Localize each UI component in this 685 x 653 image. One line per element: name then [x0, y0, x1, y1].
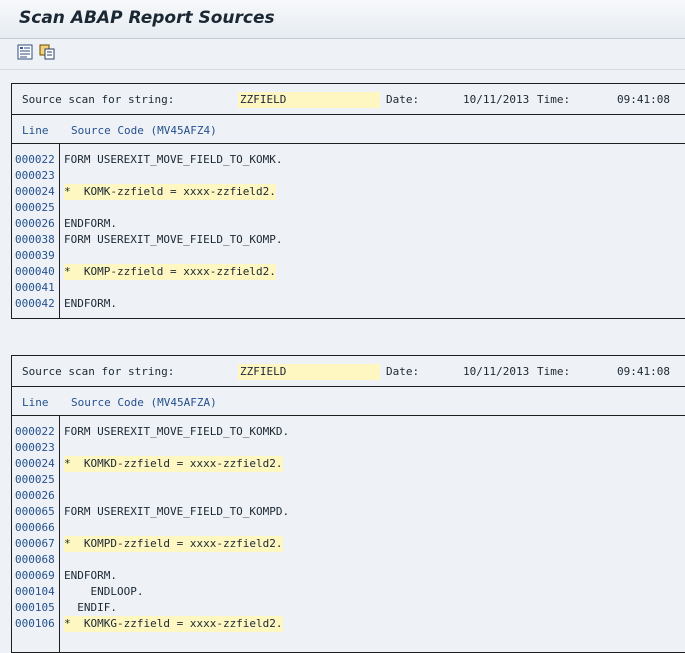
code-line[interactable]: 000105 ENDIF. [12, 600, 685, 616]
list-detail-icon[interactable] [17, 44, 33, 60]
line-number[interactable]: 000023 [15, 440, 55, 456]
line-number[interactable]: 000065 [15, 504, 55, 520]
source-text: * KOMKG-zzfield = xxxx-zzfield2. [64, 616, 283, 632]
date-label: Date: [386, 365, 420, 378]
scan-string: ZZFIELD [238, 92, 380, 108]
line-number[interactable]: 000040 [15, 264, 55, 280]
line-number[interactable]: 000038 [15, 232, 55, 248]
date-label: Date: [386, 93, 420, 106]
title-bar: Scan ABAP Report Sources [0, 0, 685, 39]
code-line[interactable]: 000023 [12, 440, 685, 456]
code-line[interactable]: 000104 ENDLOOP. [12, 584, 685, 600]
column-header: Line Source Code (MV45AFZ4) [12, 115, 685, 144]
line-number[interactable]: 000024 [15, 184, 55, 200]
code-lines: 000022 FORM USEREXIT_MOVE_FIELD_TO_KOMK. 0… [12, 144, 685, 318]
code-line[interactable]: 000022 FORM USEREXIT_MOVE_FIELD_TO_KOMKD. [12, 424, 685, 440]
code-line[interactable]: 000065 FORM USEREXIT_MOVE_FIELD_TO_KOMPD. [12, 504, 685, 520]
source-text: * KOMK-zzfield = xxxx-zzfield2. [64, 184, 276, 200]
line-number[interactable]: 000067 [15, 536, 55, 552]
scan-header: Source scan for string: ZZFIELD Date: 10… [12, 84, 685, 115]
source-text: ENDFORM. [64, 217, 117, 230]
code-line[interactable]: 000069 ENDFORM. [12, 568, 685, 584]
code-line[interactable]: 000026 ENDFORM. [12, 216, 685, 232]
source-text: FORM USEREXIT_MOVE_FIELD_TO_KOMKD. [64, 425, 290, 438]
scan-result-block: Source scan for string: ZZFIELD Date: 10… [11, 355, 685, 653]
scan-result-block: Source scan for string: ZZFIELD Date: 10… [11, 83, 685, 319]
window-title: Scan ABAP Report Sources [19, 8, 275, 28]
code-line[interactable]: 000025 [12, 472, 685, 488]
code-line[interactable]: 000024 * KOMKD-zzfield = xxxx-zzfield2. [12, 456, 685, 472]
code-line[interactable]: 000041 [12, 280, 685, 296]
code-line[interactable]: 000106 * KOMKG-zzfield = xxxx-zzfield2. [12, 616, 685, 632]
source-text: ENDLOOP. [64, 585, 144, 598]
line-number[interactable]: 000069 [15, 568, 55, 584]
code-line[interactable]: 000025 [12, 200, 685, 216]
line-number[interactable]: 000042 [15, 296, 55, 312]
source-text: FORM USEREXIT_MOVE_FIELD_TO_KOMPD. [64, 505, 290, 518]
time-value: 09:41:08 [617, 93, 670, 106]
code-line[interactable]: 000067 * KOMPD-zzfield = xxxx-zzfield2. [12, 536, 685, 552]
code-line[interactable]: 000023 [12, 168, 685, 184]
source-text: ENDIF. [64, 601, 117, 614]
source-text: * KOMKD-zzfield = xxxx-zzfield2. [64, 456, 283, 472]
line-number[interactable]: 000025 [15, 200, 55, 216]
column-line: Line [22, 124, 49, 137]
line-number[interactable]: 000022 [15, 424, 55, 440]
source-text: ENDFORM. [64, 569, 117, 582]
scan-label: Source scan for string: [22, 365, 175, 378]
code-line[interactable]: 000026 [12, 488, 685, 504]
time-label: Time: [537, 93, 571, 106]
time-value: 09:41:08 [617, 365, 670, 378]
code-line[interactable]: 000024 * KOMK-zzfield = xxxx-zzfield2. [12, 184, 685, 200]
column-header: Line Source Code (MV45AFZA) [12, 387, 685, 416]
line-number[interactable]: 000105 [15, 600, 55, 616]
line-number[interactable]: 000106 [15, 616, 55, 632]
column-source: Source Code (MV45AFZA) [71, 396, 217, 409]
source-text: * KOMPD-zzfield = xxxx-zzfield2. [64, 536, 283, 552]
line-number[interactable]: 000023 [15, 168, 55, 184]
code-line[interactable]: 000022 FORM USEREXIT_MOVE_FIELD_TO_KOMK. [12, 152, 685, 168]
column-line: Line [22, 396, 49, 409]
date-value: 10/11/2013 [463, 93, 530, 106]
source-text: * KOMP-zzfield = xxxx-zzfield2. [64, 264, 276, 280]
report-output[interactable]: Source scan for string: ZZFIELD Date: 10… [0, 70, 685, 653]
scan-label: Source scan for string: [22, 93, 175, 106]
toolbar [0, 39, 685, 70]
code-line[interactable]: 000042 ENDFORM. [12, 296, 685, 312]
line-number[interactable]: 000026 [15, 216, 55, 232]
copy-icon[interactable] [39, 44, 55, 60]
code-line[interactable]: 000066 [12, 520, 685, 536]
line-number[interactable]: 000041 [15, 280, 55, 296]
code-line[interactable]: 000040 * KOMP-zzfield = xxxx-zzfield2. [12, 264, 685, 280]
time-label: Time: [537, 365, 571, 378]
line-number[interactable]: 000068 [15, 552, 55, 568]
scan-header: Source scan for string: ZZFIELD Date: 10… [12, 356, 685, 387]
line-number[interactable]: 000104 [15, 584, 55, 600]
date-value: 10/11/2013 [463, 365, 530, 378]
source-text: FORM USEREXIT_MOVE_FIELD_TO_KOMP. [64, 233, 283, 246]
line-number[interactable]: 000025 [15, 472, 55, 488]
column-source: Source Code (MV45AFZ4) [71, 124, 217, 137]
line-number[interactable]: 000066 [15, 520, 55, 536]
code-line[interactable]: 000068 [12, 552, 685, 568]
line-number[interactable]: 000039 [15, 248, 55, 264]
line-number[interactable]: 000026 [15, 488, 55, 504]
scan-string: ZZFIELD [238, 364, 380, 380]
code-line[interactable]: 000039 [12, 248, 685, 264]
line-number[interactable]: 000022 [15, 152, 55, 168]
source-text: FORM USEREXIT_MOVE_FIELD_TO_KOMK. [64, 153, 283, 166]
source-text: ENDFORM. [64, 297, 117, 310]
code-lines: 000022 FORM USEREXIT_MOVE_FIELD_TO_KOMKD.… [12, 416, 685, 652]
line-number[interactable]: 000024 [15, 456, 55, 472]
code-line[interactable]: 000038 FORM USEREXIT_MOVE_FIELD_TO_KOMP. [12, 232, 685, 248]
